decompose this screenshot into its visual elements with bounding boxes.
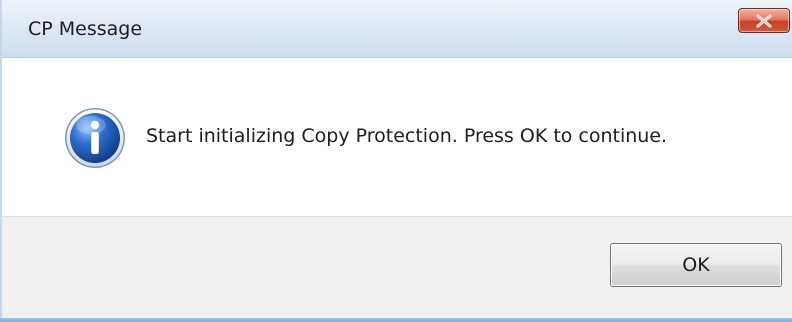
dialog-title: CP Message xyxy=(28,18,143,40)
message-text: Start initializing Copy Protection. Pres… xyxy=(146,125,668,147)
info-icon xyxy=(65,108,125,168)
ok-button[interactable]: OK xyxy=(610,243,782,287)
window-bottom-edge xyxy=(0,318,792,322)
close-button[interactable] xyxy=(738,8,790,33)
message-dialog: CP Message Start initializing Copy Prote… xyxy=(0,0,792,322)
title-bar[interactable]: CP Message xyxy=(0,0,792,58)
close-icon xyxy=(756,14,772,27)
